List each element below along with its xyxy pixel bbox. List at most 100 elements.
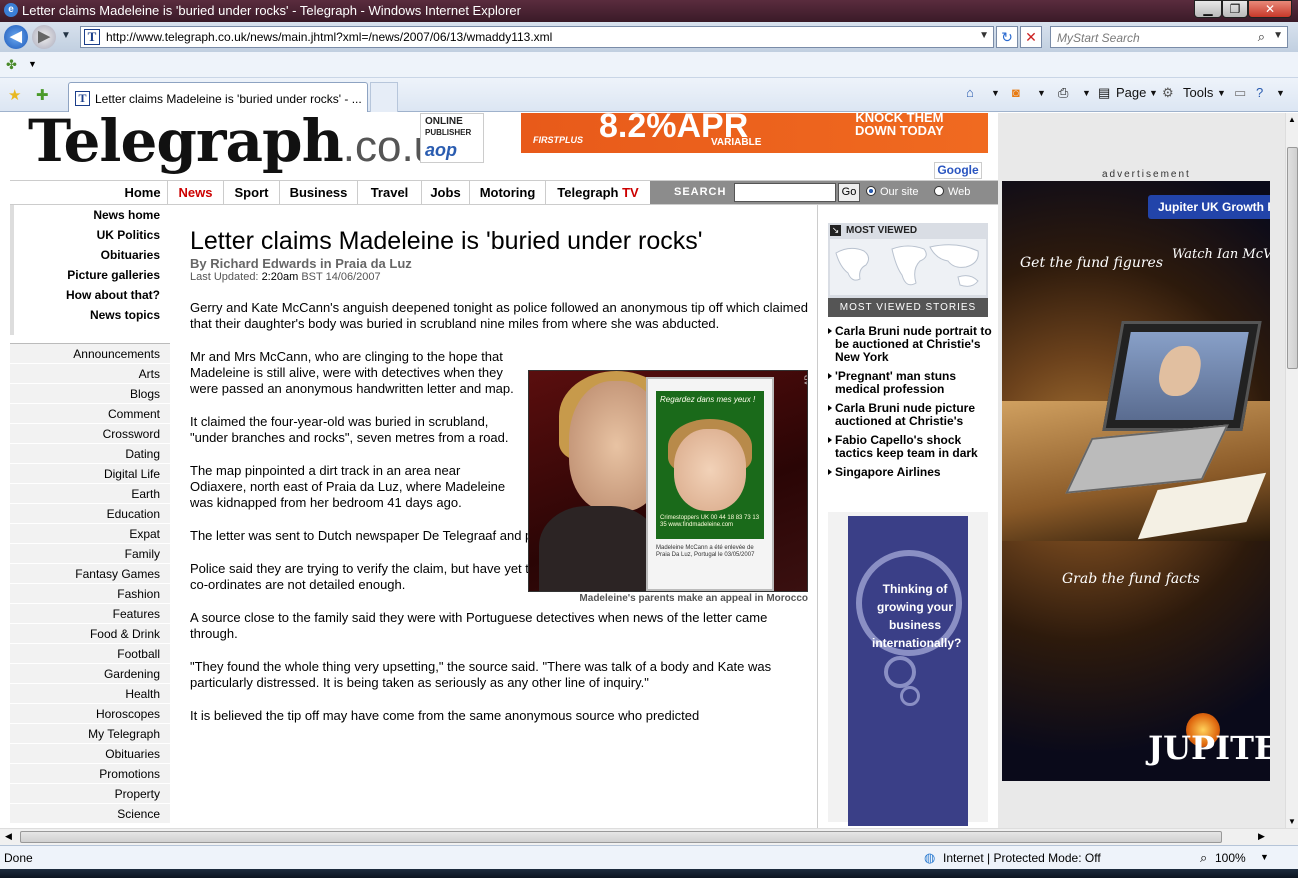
telegraph-logo[interactable]: Telegraph.co.uk: [28, 113, 460, 175]
channel-link[interactable]: Education: [10, 504, 170, 524]
print-icon[interactable]: ⎙: [1058, 85, 1068, 101]
most-viewed-item[interactable]: Carla Bruni nude portrait to be auctione…: [828, 325, 993, 364]
feeds-icon[interactable]: ◙: [1012, 85, 1020, 100]
channel-link[interactable]: Features: [10, 604, 170, 624]
article-byline[interactable]: By Richard Edwards in Praia da Luz: [190, 256, 810, 271]
research-icon[interactable]: ▭: [1234, 85, 1246, 101]
back-button[interactable]: ◀: [4, 25, 28, 49]
address-dropdown-icon[interactable]: ▼: [979, 30, 989, 41]
nav-travel[interactable]: Travel: [358, 181, 422, 204]
nav-jobs[interactable]: Jobs: [422, 181, 470, 204]
channel-link[interactable]: Fashion: [10, 584, 170, 604]
channel-link[interactable]: Earth: [10, 484, 170, 504]
aop-badge[interactable]: ONLINE PUBLISHER aop: [420, 113, 484, 163]
page-dropdown-icon[interactable]: ▼: [1149, 88, 1158, 98]
most-viewed-item[interactable]: 'Pregnant' man stuns medical profession: [828, 370, 993, 396]
channel-link[interactable]: Obituaries: [10, 744, 170, 764]
nav-home[interactable]: Home: [118, 181, 168, 204]
horizontal-scroll-thumb[interactable]: [20, 831, 1222, 843]
most-viewed-item[interactable]: Singapore Airlines: [828, 466, 993, 479]
leftnav-news-home[interactable]: News home: [14, 205, 170, 225]
article-photo[interactable]: Regardez dans mes yeux ! Crimestoppers U…: [528, 370, 808, 592]
radio-web[interactable]: Web: [934, 186, 970, 198]
most-viewed-stories-bar[interactable]: MOST VIEWED STORIES: [828, 298, 988, 317]
leftnav-how-about-that[interactable]: How about that?: [14, 285, 170, 305]
scroll-right-icon[interactable]: ▶: [1258, 831, 1265, 842]
vertical-scroll-thumb[interactable]: [1287, 147, 1298, 369]
tools-menu[interactable]: Tools: [1183, 85, 1213, 100]
page-menu[interactable]: Page: [1116, 85, 1146, 100]
leftnav-picture-galleries[interactable]: Picture galleries: [14, 265, 170, 285]
jupiter-ad[interactable]: Jupiter UK Growth F Get the fund figures…: [1002, 181, 1270, 781]
horizontal-scrollbar[interactable]: ◀ ▶: [0, 828, 1298, 845]
print-dropdown-icon[interactable]: ▼: [1082, 88, 1091, 98]
channel-link[interactable]: Blogs: [10, 384, 170, 404]
channel-link[interactable]: Dating: [10, 444, 170, 464]
stop-button[interactable]: ✕: [1020, 26, 1042, 48]
home-dropdown-icon[interactable]: ▼: [991, 88, 1000, 98]
tools-dropdown-icon[interactable]: ▼: [1217, 88, 1226, 98]
zoom-dropdown-icon[interactable]: ▼: [1260, 852, 1269, 862]
tab-active[interactable]: T Letter claims Madeleine is 'buried und…: [68, 82, 368, 112]
add-favorites-icon[interactable]: ✚: [36, 86, 49, 104]
channel-link[interactable]: Comment: [10, 404, 170, 424]
feeds-dropdown-icon[interactable]: ▼: [1037, 88, 1046, 98]
search-options-icon[interactable]: ▼: [1273, 30, 1283, 41]
scroll-left-icon[interactable]: ◀: [5, 831, 12, 842]
help-dropdown-icon[interactable]: ▼: [1276, 88, 1285, 98]
nav-sport[interactable]: Sport: [224, 181, 280, 204]
channel-link[interactable]: Expat: [10, 524, 170, 544]
radio-our-site[interactable]: Our site: [866, 186, 919, 198]
vertical-scrollbar[interactable]: ▲ ▼: [1285, 113, 1298, 828]
home-icon[interactable]: ⌂: [966, 85, 974, 100]
channel-link[interactable]: Health: [10, 684, 170, 704]
search-icon[interactable]: ⌕: [1258, 29, 1265, 45]
channel-link[interactable]: Science: [10, 804, 170, 824]
channel-link[interactable]: Arts: [10, 364, 170, 384]
leftnav-obituaries[interactable]: Obituaries: [14, 245, 170, 265]
scroll-down-icon[interactable]: ▼: [1288, 817, 1296, 826]
firstplus-banner-ad[interactable]: FIRSTPLUS 8.2%APR VARIABLE KNOCK THEM DOW…: [521, 113, 988, 153]
channel-link[interactable]: Football: [10, 644, 170, 664]
nav-telegraph-tv[interactable]: Telegraph TV: [546, 181, 650, 204]
most-viewed-item[interactable]: Fabio Capello's shock tactics keep team …: [828, 434, 993, 460]
favorites-star-icon[interactable]: ★: [8, 86, 21, 104]
nav-news[interactable]: News: [168, 181, 224, 204]
toolbar-addon-icon[interactable]: ✤: [6, 57, 17, 73]
channel-link[interactable]: Family: [10, 544, 170, 564]
site-search-go-button[interactable]: Go: [838, 183, 860, 202]
channel-link[interactable]: Food & Drink: [10, 624, 170, 644]
channel-link[interactable]: Fantasy Games: [10, 564, 170, 584]
maximize-button[interactable]: ❐: [1222, 0, 1248, 18]
zoom-level[interactable]: 100%: [1215, 851, 1246, 865]
business-ad[interactable]: Thinking of growing your business intern…: [828, 512, 988, 826]
channel-link[interactable]: Promotions: [10, 764, 170, 784]
url-text[interactable]: http://www.telegraph.co.uk/news/main.jht…: [106, 30, 552, 44]
channel-link[interactable]: Property: [10, 784, 170, 804]
nav-motoring[interactable]: Motoring: [470, 181, 546, 204]
search-box[interactable]: MyStart Search ⌕ ▼: [1050, 26, 1288, 48]
leftnav-uk-politics[interactable]: UK Politics: [14, 225, 170, 245]
forward-button[interactable]: ▶: [32, 25, 56, 49]
address-field[interactable]: T http://www.telegraph.co.uk/news/main.j…: [80, 26, 994, 48]
channel-link[interactable]: Announcements: [10, 344, 170, 364]
google-badge[interactable]: Google: [934, 162, 982, 179]
channel-link[interactable]: My Telegraph: [10, 724, 170, 744]
channel-link[interactable]: Crossword: [10, 424, 170, 444]
leftnav-news-topics[interactable]: News topics: [14, 305, 170, 325]
toolbar-addon-dropdown-icon[interactable]: ▼: [28, 59, 37, 69]
scroll-up-icon[interactable]: ▲: [1288, 115, 1296, 124]
recent-pages-dropdown-icon[interactable]: ▼: [61, 30, 71, 41]
channel-link[interactable]: Digital Life: [10, 464, 170, 484]
site-search-input[interactable]: [734, 183, 836, 202]
close-button[interactable]: ✕: [1248, 0, 1292, 18]
new-tab-button[interactable]: [370, 82, 398, 112]
security-zone[interactable]: Internet | Protected Mode: Off: [943, 851, 1101, 865]
minimize-button[interactable]: ▁: [1194, 0, 1222, 18]
most-viewed-item[interactable]: Carla Bruni nude picture auctioned at Ch…: [828, 402, 993, 428]
nav-business[interactable]: Business: [280, 181, 358, 204]
channel-link[interactable]: Horoscopes: [10, 704, 170, 724]
refresh-button[interactable]: ↻: [996, 26, 1018, 48]
channel-link[interactable]: Gardening: [10, 664, 170, 684]
help-icon[interactable]: ?: [1256, 85, 1263, 100]
